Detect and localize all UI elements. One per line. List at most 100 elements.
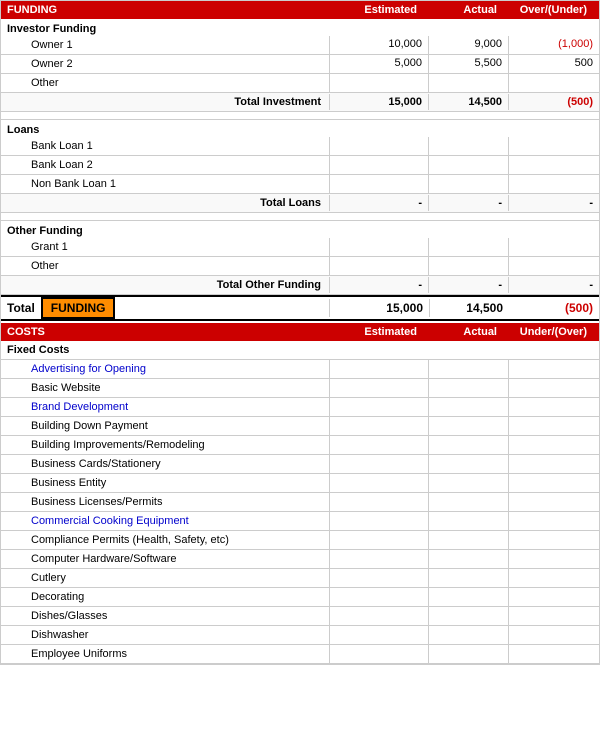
table-row: Compliance Permits (Health, Safety, etc): [1, 531, 599, 550]
grand-total-label-container: Total FUNDING: [1, 297, 329, 319]
bank-loan2-over: [509, 156, 599, 174]
other-funding-other-act[interactable]: [429, 257, 509, 275]
bank-loan2-act[interactable]: [429, 156, 509, 174]
fixed-cost-label-9: Compliance Permits (Health, Safety, etc): [1, 532, 329, 548]
total-other-funding-est: -: [329, 277, 429, 293]
other-funding-other-over: [509, 257, 599, 275]
investor-funding-label: Investor Funding: [1, 19, 599, 36]
owner2-label: Owner 2: [1, 56, 329, 72]
fixed-cost-est-10[interactable]: [329, 550, 429, 568]
table-row: Decorating: [1, 588, 599, 607]
bank-loan1-label: Bank Loan 1: [1, 138, 329, 154]
fixed-cost-est-7[interactable]: [329, 493, 429, 511]
fixed-cost-est-13[interactable]: [329, 607, 429, 625]
total-loans-act: -: [429, 195, 509, 211]
fixed-cost-act-7[interactable]: [429, 493, 509, 511]
bank-loan1-est[interactable]: [329, 137, 429, 155]
fixed-cost-act-2[interactable]: [429, 398, 509, 416]
fixed-cost-act-3[interactable]: [429, 417, 509, 435]
fixed-cost-act-15[interactable]: [429, 645, 509, 663]
fixed-cost-act-12[interactable]: [429, 588, 509, 606]
fixed-cost-est-1[interactable]: [329, 379, 429, 397]
actual-header: Actual: [423, 4, 503, 16]
fixed-cost-label-6: Business Entity: [1, 475, 329, 491]
fixed-cost-act-14[interactable]: [429, 626, 509, 644]
other-estimated[interactable]: [329, 74, 429, 92]
non-bank-loan1-label: Non Bank Loan 1: [1, 176, 329, 192]
table-row: Bank Loan 2: [1, 156, 599, 175]
fixed-cost-over-11: [509, 569, 599, 587]
fixed-cost-label-5: Business Cards/Stationery: [1, 456, 329, 472]
table-row: Grant 1: [1, 238, 599, 257]
fixed-cost-act-10[interactable]: [429, 550, 509, 568]
non-bank-loan1-act[interactable]: [429, 175, 509, 193]
grant1-act[interactable]: [429, 238, 509, 256]
fixed-cost-est-6[interactable]: [329, 474, 429, 492]
total-other-funding-row: Total Other Funding - - -: [1, 276, 599, 295]
total-loans-over: -: [509, 195, 599, 211]
costs-header: COSTS Estimated Actual Under/(Over): [1, 323, 599, 341]
fixed-cost-est-11[interactable]: [329, 569, 429, 587]
grand-total-over: (500): [509, 299, 599, 317]
fixed-cost-over-3: [509, 417, 599, 435]
funding-header: FUNDING Estimated Actual Over/(Under): [1, 1, 599, 19]
fixed-cost-est-3[interactable]: [329, 417, 429, 435]
fixed-cost-over-8: [509, 512, 599, 530]
fixed-cost-label-7: Business Licenses/Permits: [1, 494, 329, 510]
fixed-cost-act-5[interactable]: [429, 455, 509, 473]
fixed-cost-label-0: Advertising for Opening: [1, 361, 329, 377]
table-row: Commercial Cooking Equipment: [1, 512, 599, 531]
fixed-cost-est-12[interactable]: [329, 588, 429, 606]
fixed-cost-est-4[interactable]: [329, 436, 429, 454]
non-bank-loan1-est[interactable]: [329, 175, 429, 193]
fixed-cost-label-3: Building Down Payment: [1, 418, 329, 434]
other-actual[interactable]: [429, 74, 509, 92]
fixed-cost-est-14[interactable]: [329, 626, 429, 644]
costs-estimated-header: Estimated: [323, 326, 423, 338]
owner1-actual[interactable]: 9,000: [429, 36, 509, 54]
owner2-actual[interactable]: 5,500: [429, 55, 509, 73]
fixed-cost-act-9[interactable]: [429, 531, 509, 549]
fixed-cost-act-13[interactable]: [429, 607, 509, 625]
table-row: Advertising for Opening: [1, 360, 599, 379]
fixed-cost-over-12: [509, 588, 599, 606]
bank-loan1-over: [509, 137, 599, 155]
fixed-cost-act-1[interactable]: [429, 379, 509, 397]
fixed-cost-over-7: [509, 493, 599, 511]
fixed-cost-over-9: [509, 531, 599, 549]
other-funding-other-est[interactable]: [329, 257, 429, 275]
grand-total-word: Total: [1, 299, 41, 317]
table-row: Brand Development: [1, 398, 599, 417]
owner1-over: (1,000): [509, 36, 599, 54]
total-investment-act: 14,500: [429, 94, 509, 110]
fixed-cost-est-2[interactable]: [329, 398, 429, 416]
grant1-label: Grant 1: [1, 239, 329, 255]
fixed-cost-est-8[interactable]: [329, 512, 429, 530]
owner2-estimated[interactable]: 5,000: [329, 55, 429, 73]
fixed-cost-act-0[interactable]: [429, 360, 509, 378]
fixed-cost-act-11[interactable]: [429, 569, 509, 587]
other-label: Other: [1, 75, 329, 91]
total-other-funding-act: -: [429, 277, 509, 293]
fixed-cost-est-5[interactable]: [329, 455, 429, 473]
fixed-cost-over-1: [509, 379, 599, 397]
fixed-cost-label-15: Employee Uniforms: [1, 646, 329, 662]
table-row: Owner 1 10,000 9,000 (1,000): [1, 36, 599, 55]
table-row: Basic Website: [1, 379, 599, 398]
grant1-est[interactable]: [329, 238, 429, 256]
total-investment-row: Total Investment 15,000 14,500 (500): [1, 93, 599, 112]
fixed-cost-est-15[interactable]: [329, 645, 429, 663]
fixed-cost-over-0: [509, 360, 599, 378]
fixed-cost-est-0[interactable]: [329, 360, 429, 378]
fixed-costs-rows: Advertising for Opening Basic Website Bran…: [1, 360, 599, 664]
owner1-estimated[interactable]: 10,000: [329, 36, 429, 54]
fixed-cost-label-1: Basic Website: [1, 380, 329, 396]
bank-loan1-act[interactable]: [429, 137, 509, 155]
fixed-cost-act-4[interactable]: [429, 436, 509, 454]
estimated-header: Estimated: [323, 4, 423, 16]
bank-loan2-est[interactable]: [329, 156, 429, 174]
fixed-cost-act-8[interactable]: [429, 512, 509, 530]
table-row: Other: [1, 257, 599, 276]
fixed-cost-act-6[interactable]: [429, 474, 509, 492]
fixed-cost-est-9[interactable]: [329, 531, 429, 549]
